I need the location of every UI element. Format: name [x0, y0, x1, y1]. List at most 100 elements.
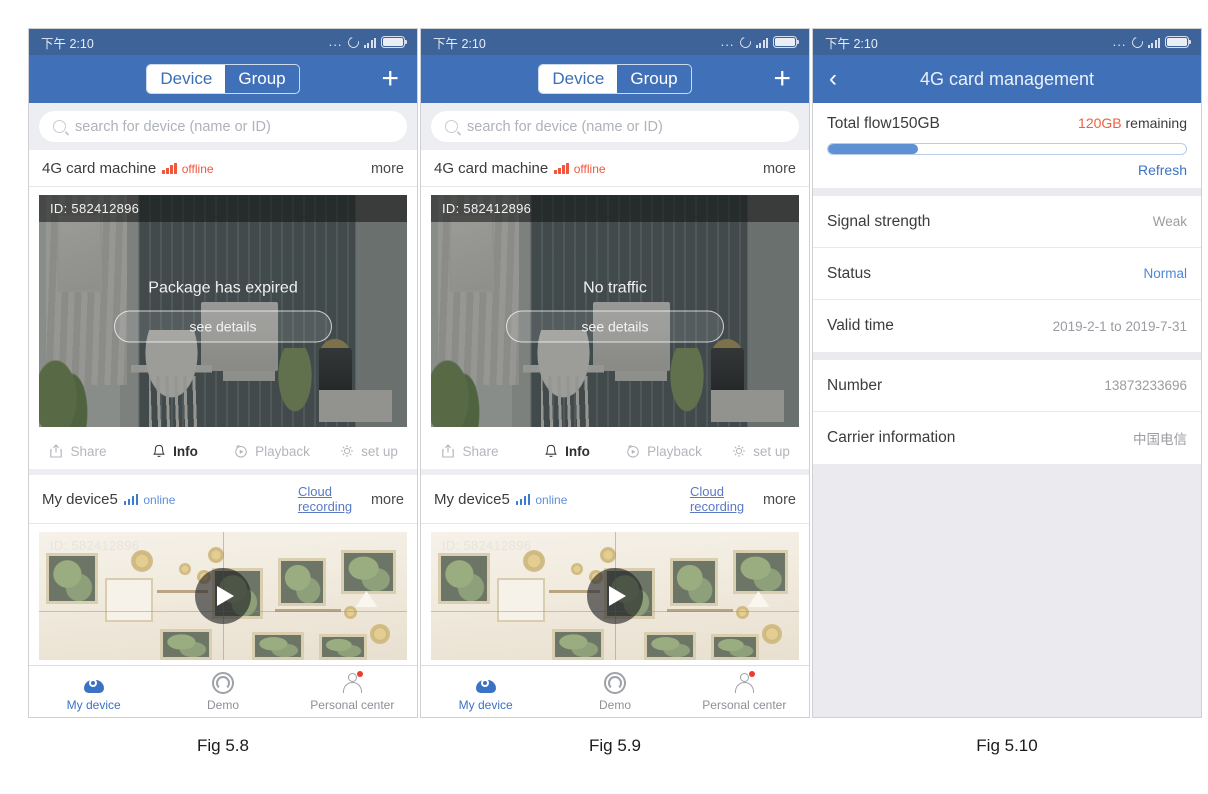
device-card-actions: Cloud recording more — [298, 484, 404, 514]
tab-device[interactable]: Device — [147, 65, 226, 93]
row-status[interactable]: Status Normal — [813, 248, 1201, 300]
empty-area — [813, 464, 1201, 717]
tab-label: My device — [458, 698, 513, 712]
tab-group[interactable]: Group — [225, 65, 298, 93]
circle-icon — [211, 671, 235, 695]
row-number[interactable]: Number 13873233696 — [813, 360, 1201, 412]
playback-icon — [235, 444, 247, 458]
search-container: search for device (name or ID) — [29, 103, 417, 150]
device-card-my-device5: My device5 online Cloud recording more I… — [421, 475, 809, 661]
cloud-recording-link[interactable]: Cloud recording — [690, 484, 752, 514]
figure-5-10: 下午 2:10 ... ‹ 4G card management Total f… — [812, 28, 1202, 756]
cloud-recording-link[interactable]: Cloud recording — [298, 484, 360, 514]
device-signal-icon — [123, 494, 139, 506]
share-action[interactable]: Share — [421, 443, 518, 459]
overlay-message: Package has expired — [148, 279, 298, 297]
figure-caption: Fig 5.10 — [976, 736, 1038, 755]
play-button[interactable] — [195, 568, 251, 625]
flow-progress-fill — [828, 144, 918, 154]
notification-badge — [749, 671, 756, 677]
gear-icon — [341, 445, 354, 457]
total-flow-label: Total flow150GB — [827, 115, 940, 132]
playback-action[interactable]: Playback — [615, 443, 712, 459]
setup-action[interactable]: set up — [712, 443, 809, 459]
device-signal-icon — [515, 494, 531, 506]
device-action-bar: Share Info Playback set up — [421, 433, 809, 475]
tab-demo[interactable]: Demo — [158, 671, 287, 712]
device-action-bar: Share Info Playback set up — [29, 433, 417, 475]
device-card-header: My device5 online Cloud recording more — [29, 475, 417, 525]
tab-group[interactable]: Group — [617, 65, 690, 93]
device-signal-icon — [554, 163, 569, 174]
see-details-button[interactable]: see details — [506, 310, 724, 343]
status-time: 下午 2:10 — [433, 36, 486, 51]
bell-icon — [545, 444, 557, 458]
signal-icon — [755, 37, 768, 48]
device-id-label: ID: 582412896 — [431, 195, 799, 222]
tab-my-device[interactable]: My device — [29, 671, 158, 712]
segmented-control[interactable]: Device Group — [146, 64, 300, 94]
device-status: online — [143, 492, 176, 507]
device-card-my-device5: My device5 online Cloud recording more I… — [29, 475, 417, 661]
status-dots: ... — [1112, 34, 1127, 49]
play-button[interactable] — [587, 568, 643, 625]
setup-label: set up — [753, 443, 790, 459]
share-icon — [50, 444, 63, 458]
playback-action[interactable]: Playback — [223, 443, 320, 459]
total-flow-block: Total flow150GB 120GB remaining Refresh — [813, 103, 1201, 188]
more-button[interactable]: more — [371, 492, 404, 508]
add-device-button[interactable]: + — [773, 64, 791, 94]
status-dots: ... — [720, 34, 735, 49]
tab-personal-center[interactable]: Personal center — [288, 671, 417, 712]
search-input[interactable]: search for device (name or ID) — [39, 111, 407, 142]
info-group-1: Signal strength Weak Status Normal Valid… — [813, 196, 1201, 352]
device-card-4g: 4G card machine offline more ID: 5824128… — [29, 150, 417, 475]
back-chevron-icon[interactable]: ‹ — [829, 67, 837, 91]
more-button[interactable]: more — [763, 492, 796, 508]
refresh-button[interactable]: Refresh — [827, 155, 1187, 182]
segmented-control[interactable]: Device Group — [538, 64, 692, 94]
device-status: online — [535, 492, 568, 507]
nav-bar: Device Group + — [421, 55, 809, 103]
device-video-preview[interactable]: ID: 582412896 — [39, 532, 407, 661]
info-action[interactable]: Info — [518, 443, 615, 459]
see-details-button[interactable]: see details — [114, 310, 332, 343]
search-icon — [53, 120, 66, 133]
row-signal-strength[interactable]: Signal strength Weak — [813, 196, 1201, 248]
device-id-label: ID: 582412896 — [39, 195, 407, 222]
device-name: 4G card machine — [42, 160, 157, 177]
status-icons: ... — [720, 34, 800, 50]
device-card-4g: 4G card machine offline more ID: 5824128… — [421, 150, 809, 475]
row-label: Status — [827, 264, 871, 282]
tab-personal-center[interactable]: Personal center — [680, 671, 809, 712]
tab-demo[interactable]: Demo — [550, 671, 679, 712]
row-carrier-information[interactable]: Carrier information 中国电信 — [813, 412, 1201, 464]
tab-device[interactable]: Device — [539, 65, 618, 93]
share-action[interactable]: Share — [29, 443, 126, 459]
figure-caption: Fig 5.8 — [197, 736, 249, 755]
setup-action[interactable]: set up — [320, 443, 417, 459]
more-button[interactable]: more — [371, 161, 404, 177]
playback-label: Playback — [647, 443, 702, 459]
remaining-suffix: remaining — [1121, 115, 1188, 131]
more-button[interactable]: more — [763, 161, 796, 177]
info-action[interactable]: Info — [126, 443, 223, 459]
bottom-tab-bar: My device Demo Personal center — [421, 665, 809, 717]
device-card-header: My device5 online Cloud recording more — [421, 475, 809, 525]
share-label: Share — [70, 443, 107, 459]
setup-label: set up — [361, 443, 398, 459]
device-video-preview[interactable]: ID: 582412896 Package has expired see de… — [39, 195, 407, 427]
search-icon — [445, 120, 458, 133]
search-input[interactable]: search for device (name or ID) — [431, 111, 799, 142]
row-value: 13873233696 — [1104, 378, 1187, 393]
device-video-preview[interactable]: ID: 582412896 No traffic see details — [431, 195, 799, 427]
device-list: 4G card machine offline more ID: 5824128… — [29, 150, 417, 665]
nav-bar: ‹ 4G card management — [813, 55, 1201, 103]
row-label: Number — [827, 376, 883, 394]
row-valid-time[interactable]: Valid time 2019-2-1 to 2019-7-31 — [813, 300, 1201, 352]
remaining-value: 120GB — [1078, 115, 1122, 131]
tab-my-device[interactable]: My device — [421, 671, 550, 712]
add-device-button[interactable]: + — [381, 64, 399, 94]
figure-row: 下午 2:10 ... Device Group + search for de… — [0, 0, 1208, 756]
device-video-preview[interactable]: ID: 582412896 — [431, 532, 799, 661]
